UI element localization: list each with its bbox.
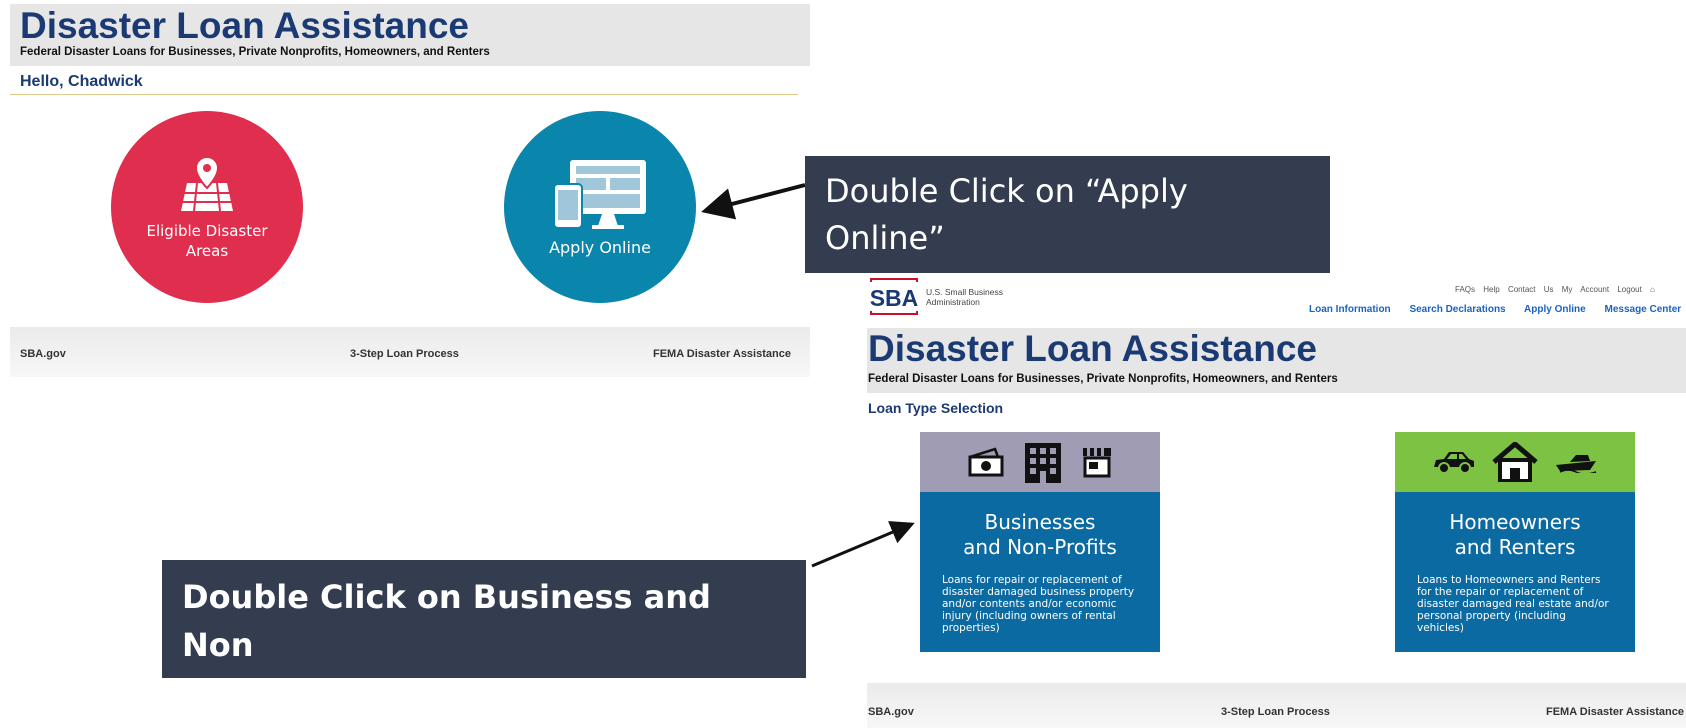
arrow-to-business-card [811,521,915,568]
section-title: Loan Type Selection [868,400,1004,416]
sba-logo-text: SBA [870,285,919,311]
money-icon [968,447,1004,477]
main-nav: Loan Information Search Declarations App… [1309,304,1686,315]
agency-line1: U.S. Small Business [926,287,1003,297]
callout-apply-line1: Double Click on “Apply [825,172,1188,210]
callout-apply-line2: Online” [825,219,945,257]
storefront-icon [1083,448,1111,478]
sba-logo-icon: SBA [870,278,919,315]
right-footer-link-3-step-process[interactable]: 3-Step Loan Process [1221,706,1330,718]
callout-business-line2: Profit [182,674,283,712]
home-card-title: Homeowners and Renters [1395,510,1635,560]
boat-icon [1556,455,1597,473]
arrow-to-apply-online [701,183,806,220]
util-link-faqs[interactable]: FAQs [1455,285,1475,294]
sba-agency-name: U.S. Small Business Administration [926,287,1003,307]
business-card-title: Businesses and Non-Profits [920,510,1160,560]
building-icon [1025,443,1061,483]
nav-loan-information[interactable]: Loan Information [1309,304,1391,315]
right-footer-link-sba[interactable]: SBA.gov [868,706,914,718]
nav-message-center[interactable]: Message Center [1605,304,1682,315]
callout-business-line1: Double Click on Business and Non [182,578,711,664]
right-footer-link-fema[interactable]: FEMA Disaster Assistance [1546,706,1684,718]
business-card-icons [920,432,1160,492]
right-page-title: Disaster Loan Assistance [868,328,1317,369]
house-icon [1492,442,1538,482]
business-card-description: Loans for repair or replacement of disas… [942,574,1135,634]
agency-line2: Administration [926,297,980,307]
util-link-account[interactable]: My Account [1562,285,1609,294]
business-nonprofit-card[interactable]: Businesses and Non-Profits Loans for rep… [920,432,1160,652]
util-link-help[interactable]: Help [1483,285,1499,294]
homeowners-renters-card[interactable]: Homeowners and Renters Loans to Homeowne… [1395,432,1635,652]
callout-apply-online: Double Click on “Apply Online” [805,156,1330,273]
util-link-contact[interactable]: Contact Us [1508,285,1554,294]
business-title-line1: Businesses [984,510,1096,534]
utility-links: FAQs Help Contact Us My Account Logout ⌂ [1455,285,1655,294]
nav-search-declarations[interactable]: Search Declarations [1409,304,1505,315]
util-link-logout[interactable]: Logout [1617,285,1641,294]
business-title-line2: and Non-Profits [963,535,1117,559]
home-title-line1: Homeowners [1449,510,1581,534]
home-title-line2: and Renters [1454,535,1576,559]
right-page-subtitle: Federal Disaster Loans for Businesses, P… [868,373,1338,385]
callout-business: Double Click on Business and Non Profit [162,560,806,712]
car-icon [1434,452,1474,474]
home-card-description: Loans to Homeowners and Renters for the … [1417,574,1609,634]
home-icon[interactable]: ⌂ [1650,285,1655,294]
nav-apply-online[interactable]: Apply Online [1524,304,1586,315]
home-card-icons [1395,432,1635,492]
